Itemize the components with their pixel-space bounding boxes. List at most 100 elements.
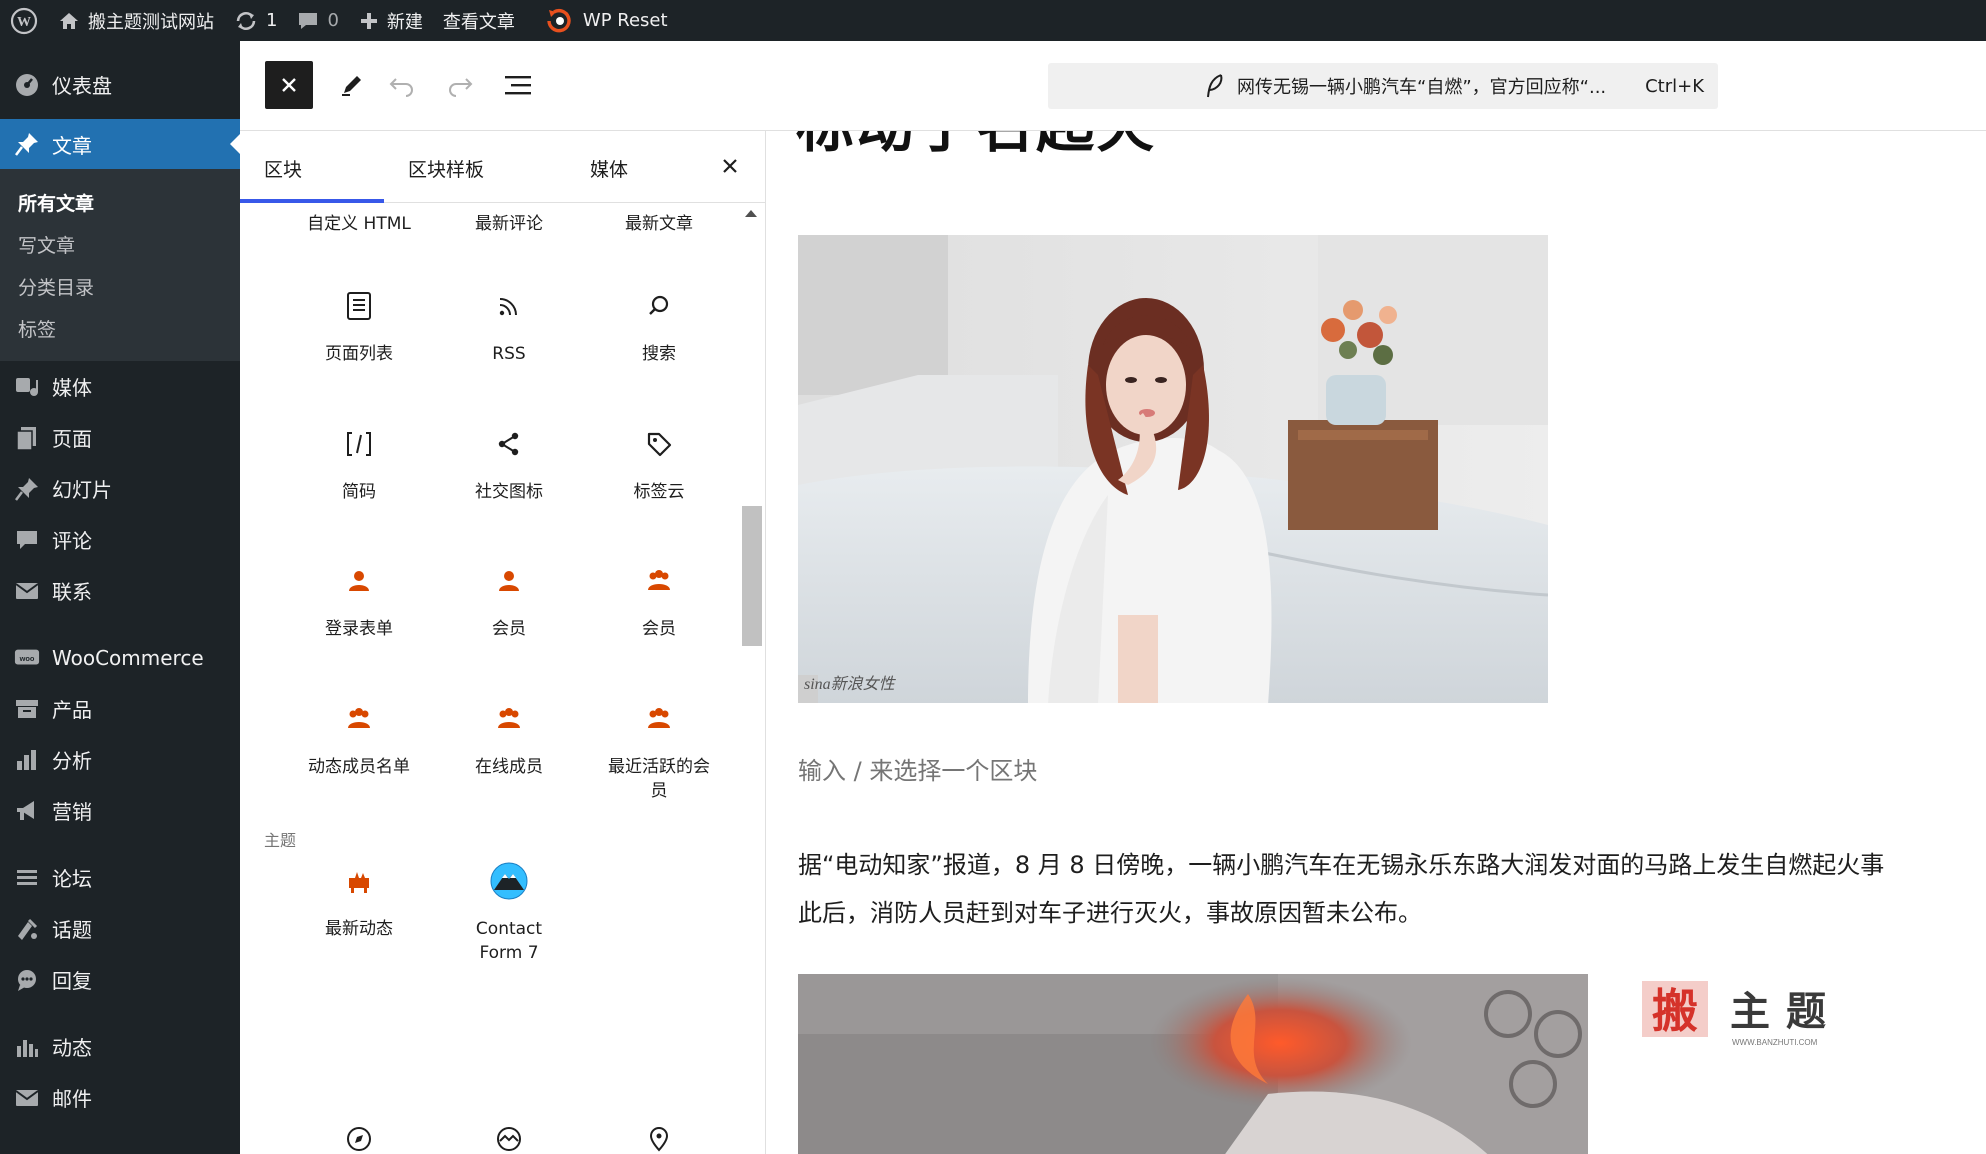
post-paragraph[interactable]: 据“电动知家”报道，8 月 8 日傍晚，一辆小鹏汽车在无锡永乐东路大润发对面的马… — [798, 841, 1986, 937]
chart-icon — [14, 747, 40, 773]
sidebar-item-label: 论坛 — [52, 867, 92, 891]
block-theme-site-logo[interactable] — [434, 1119, 584, 1154]
close-inserter-button[interactable] — [265, 61, 313, 109]
submenu-all-posts[interactable]: 所有文章 — [0, 181, 240, 223]
block-theme-navigation[interactable] — [284, 1119, 434, 1154]
tools-button[interactable] — [330, 63, 374, 107]
post-image-1[interactable]: sina新浪女性 — [798, 235, 1548, 703]
undo-button[interactable] — [380, 63, 424, 107]
sidebar-item-forums[interactable]: 论坛 — [0, 852, 240, 903]
redo-icon — [449, 78, 473, 97]
block-search[interactable]: 搜索 — [584, 286, 734, 366]
topic-icon — [14, 916, 40, 942]
block-latest-comments[interactable]: 最新评论 — [434, 212, 584, 236]
block-theme-location[interactable] — [584, 1119, 734, 1154]
sidebar-item-pages[interactable]: 页面 — [0, 412, 240, 463]
location-icon — [584, 1119, 734, 1154]
rss-icon — [434, 286, 584, 326]
shortcode-icon — [284, 424, 434, 464]
block-member[interactable]: 会员 — [434, 561, 584, 641]
group-icon — [584, 561, 734, 601]
sidebar-item-contact[interactable]: 联系 — [0, 565, 240, 616]
tab-media[interactable]: 媒体 — [590, 155, 628, 182]
dashboard-icon — [14, 71, 40, 97]
sidebar-item-products[interactable]: 产品 — [0, 683, 240, 734]
block-online-members[interactable]: 在线成员 — [434, 699, 584, 779]
forum-icon — [14, 865, 40, 891]
update-icon — [236, 11, 256, 30]
paragraph-line-2: 此后，消防人员赶到对车子进行灭火，事故原因暂未公布。 — [798, 899, 1422, 927]
comments-link[interactable]: 0 — [287, 0, 348, 41]
post-title-partial[interactable]: 标动了名起火 — [796, 131, 1156, 163]
submenu-new-post[interactable]: 写文章 — [0, 223, 240, 265]
tab-patterns[interactable]: 区块样板 — [408, 155, 484, 182]
feather-icon — [1207, 74, 1223, 98]
view-post-link[interactable]: 查看文章 — [433, 0, 525, 41]
sidebar-item-comments[interactable]: 评论 — [0, 514, 240, 565]
sidebar-item-label: 产品 — [52, 698, 92, 722]
block-login-form[interactable]: 登录表单 — [284, 561, 434, 641]
close-icon — [282, 78, 296, 92]
block-tag-cloud[interactable]: 标签云 — [584, 424, 734, 504]
sidebar-item-label: 回复 — [52, 969, 92, 993]
block-label: 登录表单 — [325, 619, 393, 639]
megaphone-icon — [14, 798, 40, 824]
sidebar-item-activity[interactable]: 动态 — [0, 1021, 240, 1072]
sidebar-item-analytics[interactable]: 分析 — [0, 734, 240, 785]
inserter-scrollbar-thumb[interactable] — [742, 506, 762, 646]
block-custom-html[interactable]: 自定义 HTML — [284, 212, 434, 236]
sidebar-item-marketing[interactable]: 营销 — [0, 785, 240, 836]
paragraph-line-1: 据“电动知家”报道，8 月 8 日傍晚，一辆小鹏汽车在无锡永乐东路大润发对面的马… — [798, 851, 1885, 879]
block-label: 简码 — [342, 482, 376, 502]
new-content-link[interactable]: 新建 — [349, 0, 433, 41]
comments-count: 0 — [327, 10, 339, 31]
sidebar-item-label: 媒体 — [52, 376, 92, 400]
sidebar-item-topics[interactable]: 话题 — [0, 903, 240, 954]
sidebar-item-woocommerce[interactable]: woo WooCommerce — [0, 632, 240, 683]
site-name: 搬主题测试网站 — [88, 11, 214, 33]
block-social-icons[interactable]: 社交图标 — [434, 424, 584, 504]
submenu-categories[interactable]: 分类目录 — [0, 265, 240, 307]
pencil-icon — [342, 76, 361, 96]
block-members[interactable]: 会员 — [584, 561, 734, 641]
post-image-2[interactable] — [798, 974, 1588, 1154]
sidebar-item-replies[interactable]: 回复 — [0, 954, 240, 1005]
block-latest-posts[interactable]: 最新文章 — [584, 212, 734, 236]
wp-reset-link[interactable]: WP Reset — [525, 0, 678, 41]
reply-icon — [14, 967, 40, 993]
command-palette-bar[interactable]: 网传无锡一辆小鹏汽车“自燃”，官方回应称“... Ctrl+K — [1048, 63, 1718, 109]
block-appender-placeholder[interactable]: 输入 / 来选择一个区块 — [798, 751, 1037, 786]
block-rss[interactable]: RSS — [434, 286, 584, 366]
plus-icon — [360, 12, 377, 29]
site-name-link[interactable]: 搬主题测试网站 — [48, 0, 224, 41]
submenu-tags[interactable]: 标签 — [0, 307, 240, 349]
tab-blocks[interactable]: 区块 — [264, 155, 302, 182]
close-panel-button[interactable] — [715, 151, 745, 181]
wp-logo-button[interactable]: W — [0, 0, 48, 41]
sidebar-item-emails[interactable]: 邮件 — [0, 1072, 240, 1123]
updates-link[interactable]: 1 — [224, 0, 287, 41]
sidebar-item-label: 评论 — [52, 529, 92, 553]
share-icon — [434, 424, 584, 464]
block-shortcode[interactable]: 简码 — [284, 424, 434, 504]
view-post-label: 查看文章 — [442, 11, 515, 33]
block-latest-activities[interactable]: 最新动态 — [284, 861, 434, 941]
sidebar-item-slides[interactable]: 幻灯片 — [0, 463, 240, 514]
block-label: 最新动态 — [325, 919, 393, 939]
posts-submenu: 所有文章 写文章 分类目录 标签 — [0, 169, 240, 361]
scroll-up-arrow[interactable] — [745, 210, 757, 217]
block-recently-active-members[interactable]: 最近活跃的会员 — [584, 699, 734, 803]
redo-button[interactable] — [438, 63, 482, 107]
compass-icon — [284, 1119, 434, 1154]
admin-sidebar: 仪表盘 文章 所有文章 写文章 分类目录 标签 媒体 页面 幻灯片 评论 联系 … — [0, 41, 240, 1154]
sidebar-item-dashboard[interactable]: 仪表盘 — [0, 59, 240, 109]
block-label: RSS — [492, 344, 526, 364]
document-overview-button[interactable] — [496, 63, 540, 107]
block-page-list[interactable]: 页面列表 — [284, 286, 434, 366]
block-contact-form-7[interactable]: Contact Form 7 — [434, 861, 584, 965]
updates-count: 1 — [266, 10, 278, 31]
group-icon — [434, 699, 584, 739]
block-dynamic-members[interactable]: 动态成员名单 — [284, 699, 434, 779]
sidebar-item-media[interactable]: 媒体 — [0, 361, 240, 412]
sidebar-item-posts[interactable]: 文章 — [0, 119, 240, 169]
